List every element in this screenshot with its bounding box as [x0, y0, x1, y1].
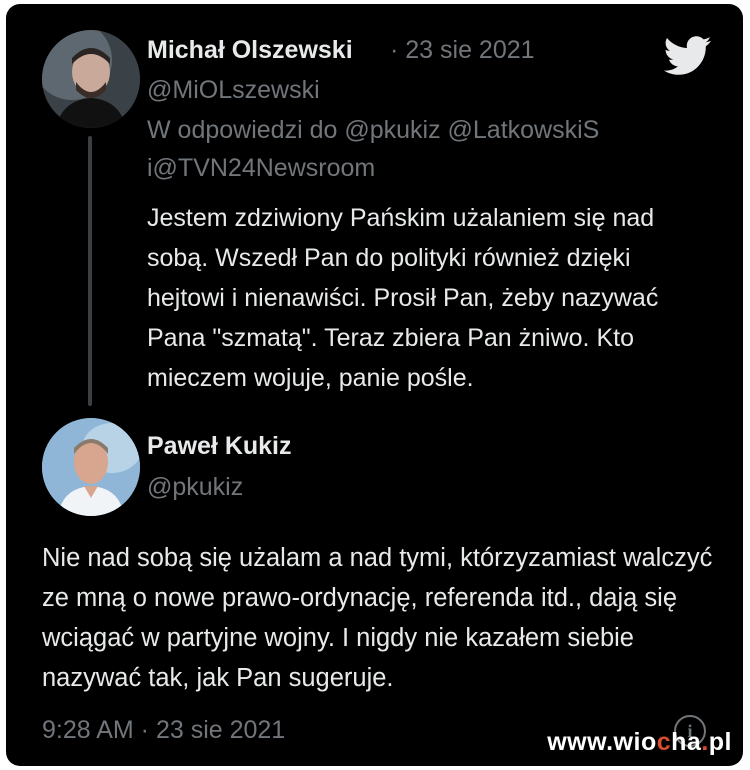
reply-to-line-2[interactable]: i@TVN24Newsroom: [147, 154, 375, 183]
main-author-name[interactable]: Paweł Kukiz: [147, 432, 292, 461]
watermark-suffix: pl: [708, 728, 732, 756]
thread-connector-line: [88, 136, 92, 406]
tweet-card: Michał Olszewski · 23 sie 2021 @MiOLszew…: [6, 4, 743, 766]
reply-author-handle[interactable]: @MiOLszewski: [147, 76, 320, 105]
reply-author-name[interactable]: Michał Olszewski: [147, 36, 353, 65]
reply-to-line-1[interactable]: W odpowiedzi do @pkukiz @LatkowskiS: [147, 116, 599, 145]
watermark-prefix: www.wio: [547, 728, 657, 756]
main-author-handle[interactable]: @pkukiz: [147, 473, 243, 502]
avatar-pawel-kukiz[interactable]: [42, 418, 140, 516]
watermark-mid: c: [656, 728, 672, 756]
watermark-middle: ha: [671, 728, 702, 756]
main-tweet-timestamp[interactable]: 9:28 AM · 23 sie 2021: [42, 716, 285, 745]
reply-date: · 23 sie 2021: [390, 36, 535, 64]
watermark-wiocha: www.wiocha.pl: [547, 728, 732, 757]
avatar-michal-olszewski[interactable]: [42, 30, 140, 128]
main-tweet-text: Nie nad sobą się użalam a nad tymi, któr…: [42, 544, 713, 692]
reply-text: Jestem zdziwiony Pańskim użalaniem się n…: [147, 204, 659, 392]
twitter-bird-icon: [664, 36, 712, 75]
watermark-dot: .: [701, 728, 709, 756]
